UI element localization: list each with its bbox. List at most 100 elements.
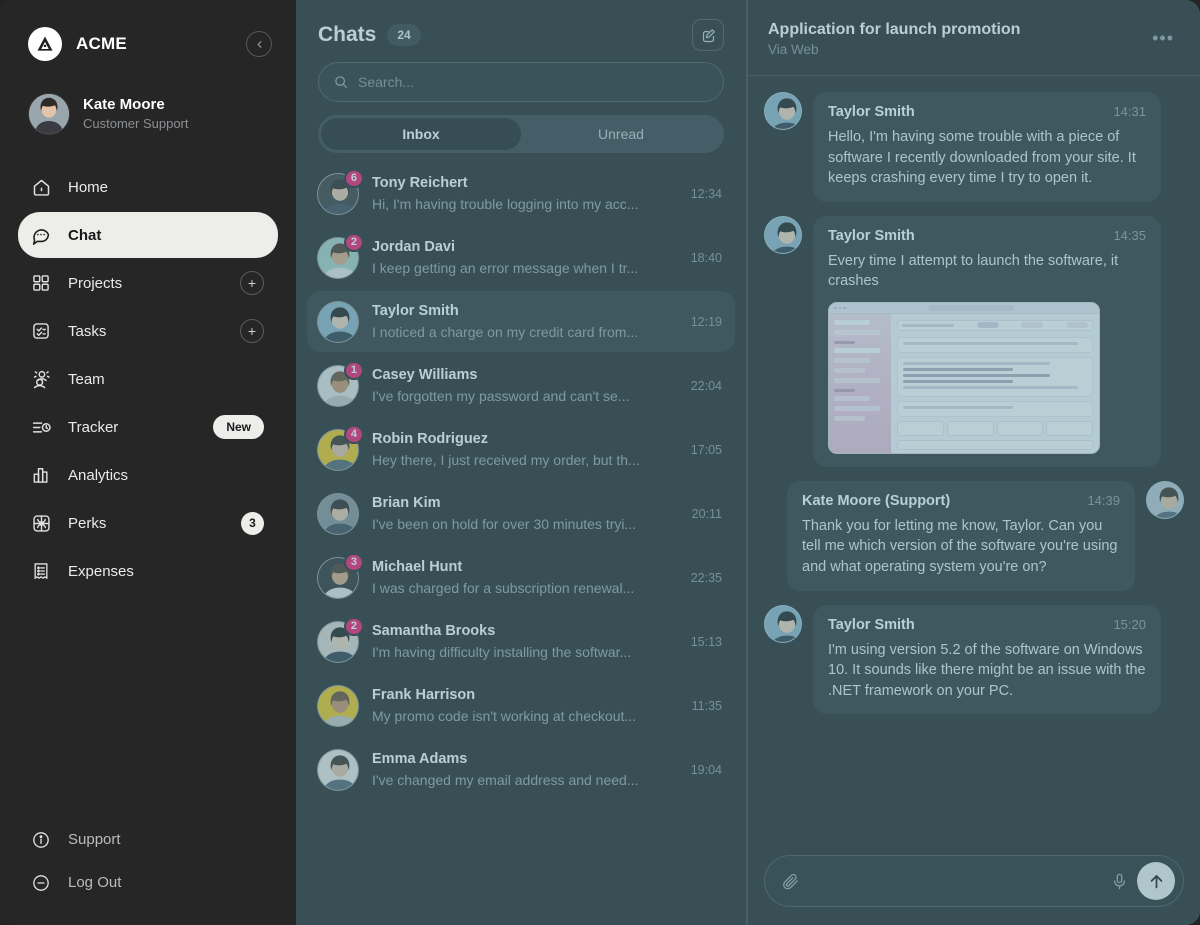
avatar: [764, 92, 802, 130]
chat-item-time: 11:35: [691, 698, 722, 713]
chat-list-item[interactable]: Brian Kim I've been on hold for over 30 …: [307, 483, 735, 544]
chat-item-name: Michael Hunt: [372, 558, 463, 575]
incoming-message: Taylor Smith 15:20 I'm using version 5.2…: [764, 604, 1184, 715]
selection-overlay-region: Chats 24 Inbox Unread: [296, 0, 1200, 925]
sidebar-item-logout[interactable]: Log Out: [18, 862, 278, 903]
user-meta: Kate Moore Customer Support: [83, 96, 189, 133]
chat-item-preview: I'm having difficulty installing the sof…: [372, 643, 632, 660]
message-input[interactable]: [810, 873, 1100, 889]
sidebar-nav: Home Chat Projects + Tasks + Team Tracke…: [0, 164, 296, 596]
unread-badge: 4: [343, 424, 364, 444]
chat-item-time: 15:13: [690, 634, 722, 649]
user-name: Kate Moore: [83, 95, 165, 113]
message-time: 14:35: [1113, 227, 1146, 243]
acme-triangle-logo-icon: [28, 27, 62, 61]
chat-list-item[interactable]: 1 Casey Williams I've forgotten my passw…: [307, 355, 735, 416]
add-task-button[interactable]: +: [240, 319, 264, 343]
screenshot-message-card: [897, 336, 1093, 353]
sidebar-item-team[interactable]: Team: [18, 356, 278, 402]
conversation-header: Application for launch promotion Via Web…: [748, 0, 1200, 76]
sidebar-footer: Support Log Out: [0, 819, 296, 907]
sidebar-item-label: Tracker: [68, 418, 119, 436]
add-project-button[interactable]: +: [240, 271, 264, 295]
tracker-clock-icon: [28, 414, 54, 440]
attached-app-screenshot[interactable]: [828, 301, 1100, 454]
tab-inbox[interactable]: Inbox: [321, 118, 521, 150]
chat-item-time: 22:04: [690, 378, 722, 393]
search-wrapper: [296, 52, 746, 102]
avatar: [317, 300, 359, 343]
chat-list-item[interactable]: Frank Harrison My promo code isn't worki…: [307, 675, 735, 736]
chat-item-time: 19:04: [690, 762, 722, 777]
message-composer[interactable]: [764, 855, 1184, 907]
chat-avatar-wrap: 3: [317, 552, 364, 599]
conversation-title-group: Application for launch promotion Via Web: [768, 21, 1020, 57]
chat-item-name: Jordan Davi: [372, 238, 455, 255]
message-time: 14:31: [1113, 104, 1146, 119]
chat-avatar-wrap: [317, 492, 359, 535]
chat-list-item[interactable]: Emma Adams I've changed my email address…: [307, 739, 735, 800]
chat-avatar-wrap: 6: [317, 168, 364, 215]
gift-icon: [28, 510, 54, 536]
sidebar-item-tasks[interactable]: Tasks +: [18, 308, 278, 354]
chat-list-item[interactable]: Taylor Smith I noticed a charge on my cr…: [307, 291, 735, 352]
message-bubble[interactable]: Kate Moore (Support) 14:39 Thank you for…: [787, 480, 1135, 591]
sidebar-item-tracker[interactable]: Tracker New: [18, 404, 278, 450]
avatar: [1146, 480, 1184, 519]
chat-item-name: Tony Reichert: [372, 174, 468, 191]
chat-list-item[interactable]: 3 Michael Hunt I was charged for a subsc…: [307, 547, 735, 608]
unread-badge: 1: [343, 360, 364, 380]
paperclip-icon[interactable]: [781, 872, 800, 891]
brand-name: ACME: [76, 34, 127, 53]
brand-row: ACME: [0, 22, 296, 66]
conversation-subtitle: Via Web: [768, 41, 819, 57]
chat-item-text: Casey Williams I've forgotten my passwor…: [372, 366, 683, 405]
screenshot-main: [891, 313, 1099, 453]
sidebar-item-projects[interactable]: Projects +: [18, 260, 278, 306]
screenshot-url-bar: [927, 304, 1014, 311]
chat-list-item[interactable]: 4 Robin Rodriguez Hey there, I just rece…: [307, 419, 735, 480]
chat-item-preview: I've been on hold for over 30 minutes tr…: [372, 515, 637, 532]
chat-list-item[interactable]: 2 Samantha Brooks I'm having difficulty …: [307, 611, 735, 672]
sidebar-item-chat[interactable]: Chat: [18, 212, 278, 258]
unread-badge: 2: [343, 232, 364, 252]
message-author: Taylor Smith: [828, 104, 915, 120]
chat-item-name: Frank Harrison: [372, 686, 476, 703]
message-author: Taylor Smith: [828, 616, 915, 633]
current-user[interactable]: Kate Moore Customer Support: [0, 90, 296, 138]
chat-item-text: Taylor Smith I noticed a charge on my cr…: [372, 302, 683, 341]
search-input[interactable]: [358, 74, 709, 90]
chat-item-time: 18:40: [690, 250, 722, 265]
microphone-icon[interactable]: [1110, 872, 1129, 891]
message-header: Taylor Smith 14:35: [828, 228, 1146, 244]
message-bubble[interactable]: Taylor Smith 14:31 Hello, I'm having som…: [813, 92, 1161, 202]
message-text: Hello, I'm having some trouble with a pi…: [828, 129, 1136, 187]
chat-application: ACME Kate Moore Customer Support Home Ch…: [0, 0, 1200, 925]
incoming-message: Taylor Smith 14:31 Hello, I'm having som…: [764, 92, 1184, 202]
sidebar-item-label: Log Out: [68, 874, 122, 891]
sidebar-item-expenses[interactable]: Expenses: [18, 548, 278, 594]
bar-chart-icon: [28, 462, 54, 488]
chat-list-item[interactable]: 6 Tony Reichert Hi, I'm having trouble l…: [307, 163, 735, 224]
send-button[interactable]: [1137, 862, 1175, 900]
sidebar-item-analytics[interactable]: Analytics: [18, 452, 278, 498]
chat-avatar-wrap: [317, 748, 359, 791]
tab-unread[interactable]: Unread: [521, 118, 721, 150]
perks-count-badge: 3: [241, 511, 264, 535]
chat-item-name: Taylor Smith: [372, 302, 459, 319]
message-bubble[interactable]: Taylor Smith 15:20 I'm using version 5.2…: [813, 604, 1161, 715]
chat-list-item[interactable]: 2 Jordan Davi I keep getting an error me…: [307, 227, 735, 288]
sidebar-item-support[interactable]: Support: [18, 819, 278, 860]
message-bubble[interactable]: Taylor Smith 14:35 Every time I attempt …: [813, 215, 1161, 467]
search-box[interactable]: [318, 62, 724, 102]
search-icon: [333, 74, 349, 90]
more-horizontal-icon[interactable]: •••: [1146, 24, 1180, 53]
sidebar-item-perks[interactable]: Perks 3: [18, 500, 278, 546]
sidebar-item-home[interactable]: Home: [18, 164, 278, 210]
chevron-left-icon[interactable]: [246, 31, 272, 57]
compose-pencil-icon[interactable]: [692, 19, 724, 51]
chat-avatar-wrap: [317, 300, 359, 343]
screenshot-browser-toolbar: [829, 302, 1099, 314]
sidebar-item-accessory: +: [240, 271, 264, 295]
chat-list-items: 6 Tony Reichert Hi, I'm having trouble l…: [296, 163, 746, 925]
